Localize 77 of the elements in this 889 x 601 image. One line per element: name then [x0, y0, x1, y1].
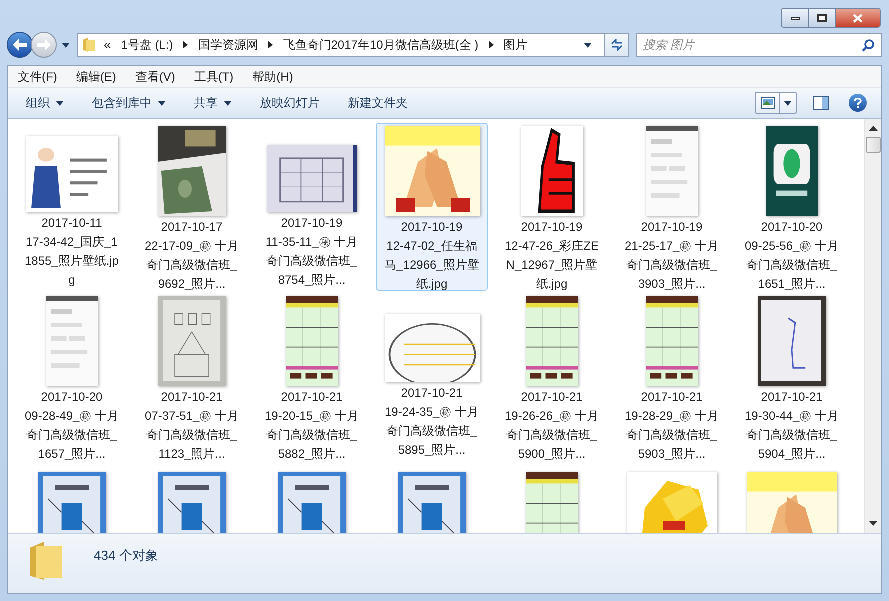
chevron-icon — [183, 41, 188, 49]
menu-item[interactable]: 帮助(H) — [252, 68, 294, 86]
thumbnail-view-icon — [760, 97, 774, 109]
file-item[interactable]: 2017-10-19 12-47-26_彩庄ZEN_12967_照片壁纸.jpg — [496, 123, 608, 291]
close-icon — [853, 14, 863, 22]
file-name: 2017-10-20 09-28-49_㊙ 十月奇门高级微信班_1657_照片... — [24, 389, 120, 463]
breadcrumb[interactable]: 图片 — [502, 36, 530, 54]
search-icon — [862, 38, 875, 52]
help-button[interactable] — [849, 94, 867, 112]
address-bar[interactable]: « 1号盘 (L:) 国学资源网 飞鱼奇门2017年10月微信高级班(全 ) 图片 — [77, 33, 629, 57]
back-arrow-icon — [13, 39, 27, 51]
file-item[interactable]: 2017-10-21 19-20-15_㊙ 十月奇门高级微信班_5882_照片... — [256, 293, 368, 461]
refresh-icon — [610, 39, 624, 51]
file-name: 2017-10-21 19-26-26_㊙ 十月奇门高级微信班_5900_照片... — [504, 389, 600, 463]
file-item[interactable]: 2017-10-19 12-47-02_任生福马_12966_照片壁纸.jpg — [376, 123, 488, 291]
file-item[interactable]: 2017-10-20 09-25-56_㊙ 十月奇门高级微信班_1651_照片... — [736, 123, 848, 291]
search-field[interactable]: 搜索 图片 — [636, 33, 882, 57]
scroll-up-icon — [868, 126, 878, 131]
command-button[interactable]: 组织 — [26, 94, 64, 112]
breadcrumb[interactable]: 1号盘 (L:) — [119, 36, 176, 54]
command-button[interactable]: 放映幻灯片 — [260, 94, 320, 112]
chevron-icon — [488, 41, 494, 49]
file-name: 2017-10-11 17-34-42_国庆_11855_照片壁纸.jpg — [24, 215, 120, 289]
caret-icon — [784, 100, 792, 106]
file-item[interactable]: 2017-10-21 19-24-35_㊙ 十月奇门高级微信班_5895_照片... — [376, 293, 488, 461]
file-item[interactable]: 2017-10-17 22-17-09_㊙ 十月奇门高级微信班_9692_照片... — [136, 123, 248, 291]
menu-item[interactable]: 查看(V) — [135, 68, 176, 86]
caret-icon — [56, 100, 64, 106]
file-item[interactable]: 2017-10-21 19-30-44_㊙ 十月奇门高级微信班_5904_照片... — [736, 293, 848, 461]
command-button[interactable]: 共享 — [194, 94, 232, 112]
menu-item[interactable]: 文件(F) — [18, 68, 58, 86]
folder-icon — [28, 540, 64, 582]
minimize-button[interactable] — [782, 9, 809, 27]
scrollbar[interactable] — [864, 119, 881, 533]
caret-icon — [62, 42, 70, 48]
file-name: 2017-10-21 19-28-29_㊙ 十月奇门高级微信班_5903_照片... — [624, 389, 720, 463]
command-button[interactable]: 新建文件夹 — [348, 94, 408, 112]
file-item[interactable]: 2017-10-21 19-28-29_㊙ 十月奇门高级微信班_5903_照片... — [616, 293, 728, 461]
file-item[interactable]: 2017-10-19 11-35-11_㊙ 十月奇门高级微信班_8754_照片... — [256, 123, 368, 291]
scroll-down-icon — [868, 521, 878, 526]
file-name: 2017-10-21 07-37-51_㊙ 十月奇门高级微信班_1123_照片... — [144, 389, 240, 463]
menu-item[interactable]: 编辑(E) — [76, 68, 116, 86]
refresh-button[interactable] — [604, 34, 628, 56]
preview-pane-icon — [813, 96, 829, 110]
file-item[interactable]: 2017-10-21 07-37-51_㊙ 十月奇门高级微信班_1123_照片... — [136, 293, 248, 461]
file-name: 2017-10-19 12-47-02_任生福马_12966_照片壁纸.jpg — [384, 219, 480, 293]
back-button[interactable] — [7, 32, 33, 58]
chevron-icon — [268, 41, 274, 49]
file-name: 2017-10-21 19-24-35_㊙ 十月奇门高级微信班_5895_照片... — [384, 385, 480, 459]
maximize-button[interactable] — [809, 9, 836, 27]
file-name: 2017-10-19 12-47-26_彩庄ZEN_12967_照片壁纸.jpg — [504, 219, 600, 293]
breadcrumb[interactable]: 飞鱼奇门2017年10月微信高级班(全 ) — [281, 36, 481, 54]
file-name: 2017-10-19 11-35-11_㊙ 十月奇门高级微信班_8754_照片... — [264, 215, 360, 289]
preview-pane-button[interactable] — [811, 93, 831, 113]
file-name: 2017-10-20 09-25-56_㊙ 十月奇门高级微信班_1651_照片... — [744, 219, 840, 293]
close-button[interactable] — [836, 9, 880, 27]
item-count: 434 个对象 — [94, 547, 158, 565]
file-name: 2017-10-21 19-20-15_㊙ 十月奇门高级微信班_5882_照片... — [264, 389, 360, 463]
file-item[interactable]: 2017-10-11 17-34-42_国庆_11855_照片壁纸.jpg — [16, 123, 128, 291]
file-item[interactable]: 2017-10-19 21-25-17_㊙ 十月奇门高级微信班_3903_照片... — [616, 123, 728, 291]
caret-icon — [584, 42, 592, 48]
help-icon — [854, 98, 862, 108]
file-item[interactable]: 2017-10-21 19-26-26_㊙ 十月奇门高级微信班_5900_照片... — [496, 293, 608, 461]
file-name: 2017-10-19 21-25-17_㊙ 十月奇门高级微信班_3903_照片... — [624, 219, 720, 293]
command-button[interactable]: 包含到库中 — [92, 94, 166, 112]
folder-icon — [82, 37, 96, 53]
forward-arrow-icon — [37, 39, 51, 51]
menu-item[interactable]: 工具(T) — [194, 68, 234, 86]
caret-icon — [158, 100, 166, 106]
file-name: 2017-10-21 19-30-44_㊙ 十月奇门高级微信班_5904_照片... — [744, 389, 840, 463]
search-input[interactable]: 搜索 图片 — [643, 36, 862, 54]
file-item[interactable]: 2017-10-20 09-28-49_㊙ 十月奇门高级微信班_1657_照片... — [16, 293, 128, 461]
caret-icon — [224, 100, 232, 106]
scroll-thumb[interactable] — [866, 137, 880, 153]
file-name: 2017-10-17 22-17-09_㊙ 十月奇门高级微信班_9692_照片... — [144, 219, 240, 293]
breadcrumb[interactable]: 国学资源网 — [196, 36, 260, 54]
overflow-chevron[interactable]: « — [104, 35, 112, 55]
